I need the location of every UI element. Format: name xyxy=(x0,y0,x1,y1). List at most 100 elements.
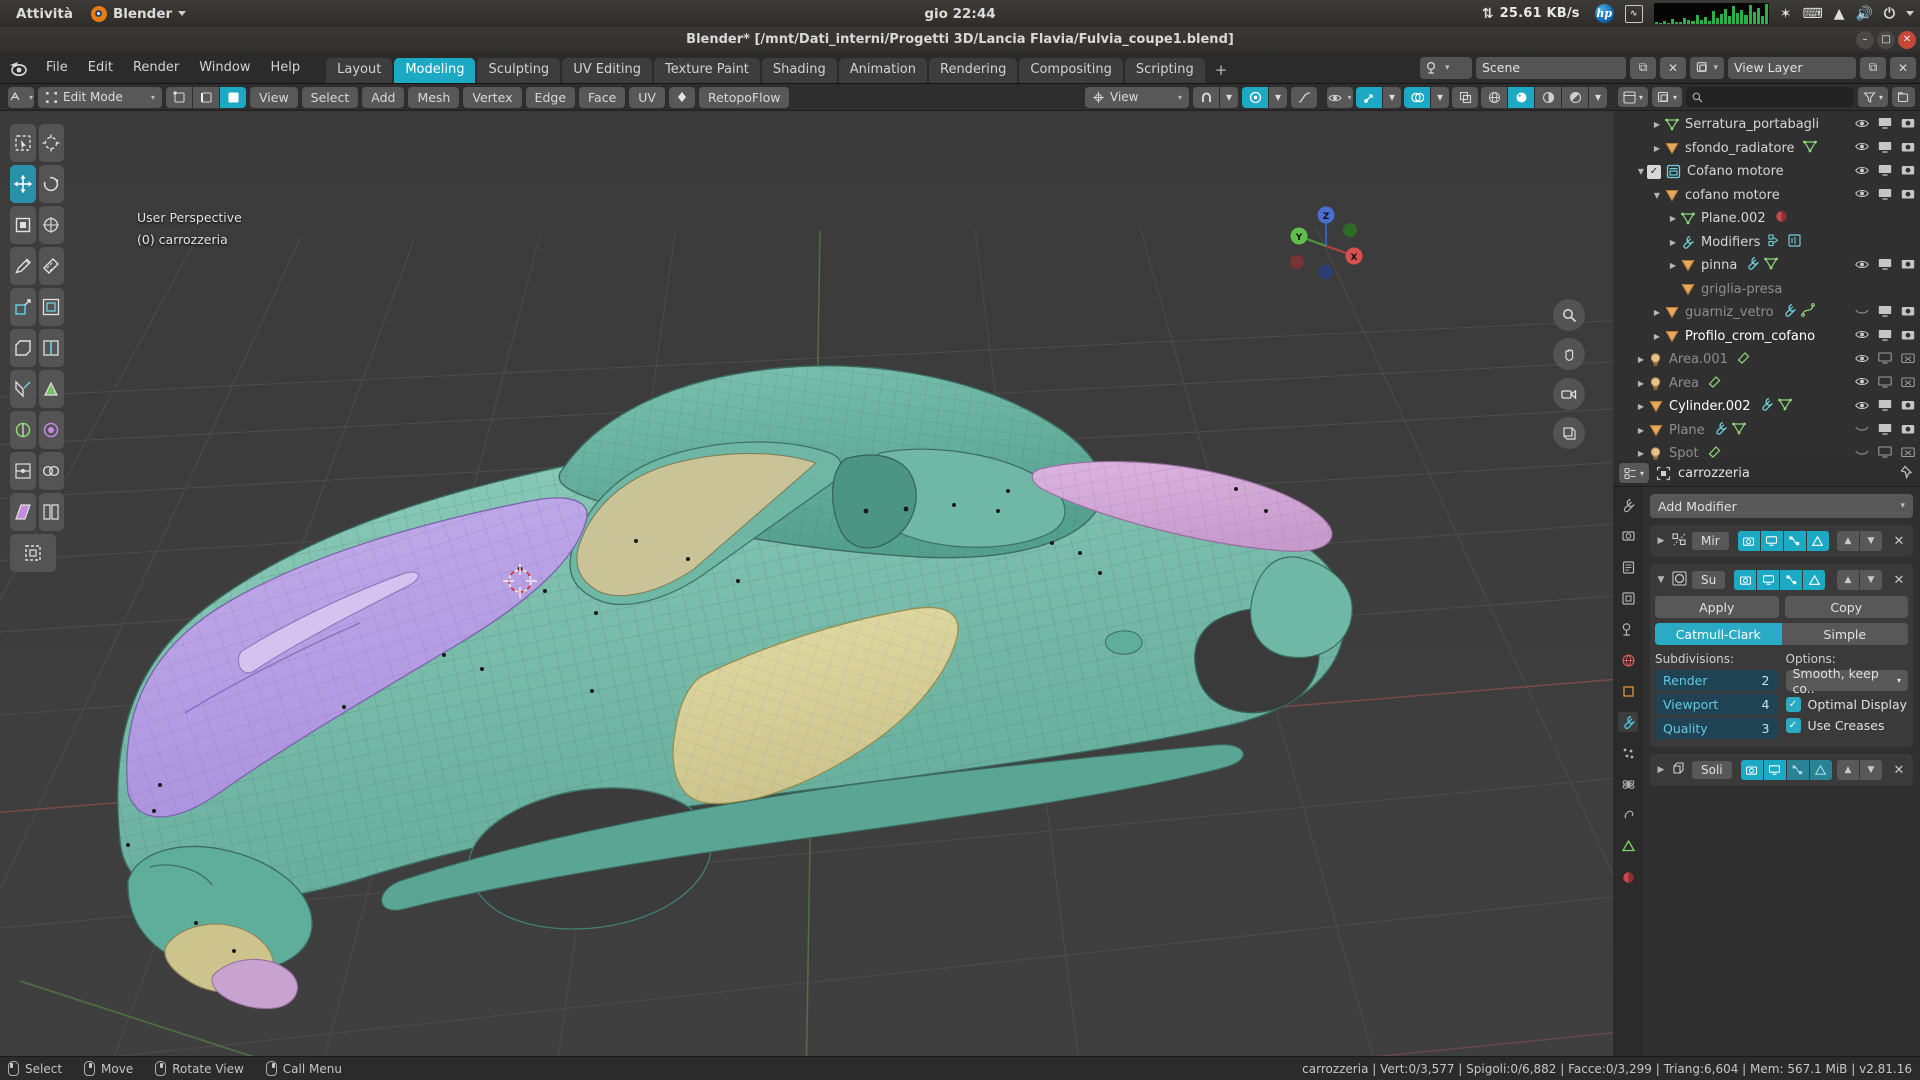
menu-help[interactable]: Help xyxy=(261,57,311,78)
outliner-tree[interactable]: ▶ Serratura_portabagli ▶ sfondo_radiatore ▼ ✓… xyxy=(1613,111,1920,460)
modifier-viewport-toggle[interactable] xyxy=(1757,570,1780,590)
snap-settings-chevron-down-icon[interactable]: ▾ xyxy=(1220,86,1238,108)
workspace-add-button[interactable]: + xyxy=(1207,57,1236,84)
outliner-expand-triangle[interactable]: ▶ xyxy=(1635,449,1647,458)
properties-tab-physics[interactable] xyxy=(1618,774,1638,794)
modifier-delete-button[interactable]: ✕ xyxy=(1890,570,1908,590)
tool-add-cube[interactable] xyxy=(10,534,56,572)
outliner-disable-render-toggle[interactable] xyxy=(1901,399,1915,414)
mesh-data-icon[interactable] xyxy=(1764,257,1779,274)
tool-tweak-select-box[interactable] xyxy=(10,124,36,162)
outliner-hide-toggle[interactable] xyxy=(1855,118,1869,132)
workspace-tab-animation[interactable]: Animation xyxy=(838,57,927,83)
outliner-hide-toggle[interactable] xyxy=(1855,329,1869,343)
outliner-disable-viewport-toggle[interactable] xyxy=(1878,188,1892,203)
subsurf-quality-field[interactable]: Quality 3 xyxy=(1655,718,1778,739)
outliner-disable-viewport-toggle[interactable] xyxy=(1878,305,1892,320)
ortho-persp-icon[interactable] xyxy=(1553,417,1585,449)
outliner-hide-toggle[interactable] xyxy=(1855,353,1869,367)
outliner-hide-toggle[interactable] xyxy=(1855,423,1869,437)
viewport-menu-add[interactable]: Add xyxy=(362,86,405,108)
viewport-menu-select[interactable]: Select xyxy=(301,86,359,108)
subsurf-viewport-field[interactable]: Viewport 4 xyxy=(1655,694,1778,715)
viewport-menu-view[interactable]: View xyxy=(250,86,298,108)
remove-viewlayer-button[interactable]: ✕ xyxy=(1890,56,1916,79)
outliner-disable-viewport-toggle[interactable] xyxy=(1878,164,1892,179)
workspace-tab-sculpting[interactable]: Sculpting xyxy=(477,57,561,83)
xray-icon[interactable] xyxy=(1452,86,1478,108)
tool-shear[interactable] xyxy=(10,493,36,531)
modifier-name-solidify[interactable]: Soli xyxy=(1692,761,1732,779)
mesh-data-icon[interactable] xyxy=(1731,422,1746,439)
viewport-menu-vertex[interactable]: Vertex xyxy=(463,86,522,108)
outliner-expand-triangle[interactable]: ▶ xyxy=(1651,308,1663,317)
tool-cursor[interactable] xyxy=(38,124,64,162)
face-select-icon[interactable] xyxy=(220,86,246,108)
viewport-canvas[interactable] xyxy=(0,111,1613,1056)
wifi-icon[interactable]: ▲ xyxy=(1834,7,1845,21)
outliner-hide-toggle[interactable] xyxy=(1855,259,1869,273)
tool-rip-region[interactable] xyxy=(38,493,64,531)
viewlayer-name-field[interactable]: View Layer xyxy=(1728,56,1856,79)
modifier-icon[interactable] xyxy=(1768,233,1783,252)
outliner-row[interactable]: ▼ cofano motore xyxy=(1613,184,1920,208)
outliner-expand-triangle[interactable]: ▶ xyxy=(1635,402,1647,411)
viewlayer-browse-dropdown[interactable]: ▾ xyxy=(1690,56,1724,79)
navigation-gizmo[interactable]: Z X Y xyxy=(1287,202,1365,280)
modifier-copy-button[interactable]: Copy xyxy=(1784,596,1908,618)
outliner-disable-viewport-toggle[interactable] xyxy=(1878,446,1892,460)
workspace-tab-layout[interactable]: Layout xyxy=(326,57,393,83)
overlays-icon[interactable] xyxy=(1404,86,1430,108)
outliner-editor-type-button[interactable]: ▾ xyxy=(1618,87,1649,107)
outliner-disable-render-toggle[interactable] xyxy=(1901,423,1915,438)
mode-dropdown[interactable]: Edit Mode ▾ xyxy=(38,86,162,108)
outliner-disable-viewport-toggle[interactable] xyxy=(1878,352,1892,367)
mirror-icon[interactable] xyxy=(1787,233,1802,252)
tool-poly-build[interactable] xyxy=(38,370,64,408)
outliner-disable-viewport-toggle[interactable] xyxy=(1878,423,1892,438)
tool-transform[interactable] xyxy=(38,206,64,244)
tool-measure[interactable] xyxy=(38,247,64,285)
tool-extrude-region[interactable] xyxy=(10,288,36,326)
properties-tab-particles[interactable] xyxy=(1618,743,1638,763)
outliner-row[interactable]: ▶ Cylinder.002 xyxy=(1613,395,1920,419)
workspace-tab-modeling[interactable]: Modeling xyxy=(394,57,476,83)
outliner-new-collection-button[interactable] xyxy=(1892,87,1915,107)
solid-shading-icon[interactable] xyxy=(1508,86,1534,108)
edge-select-icon[interactable] xyxy=(193,86,219,108)
properties-tab-world[interactable] xyxy=(1618,650,1638,670)
outliner-disable-render-toggle[interactable] xyxy=(1901,352,1915,367)
outliner-hide-toggle[interactable] xyxy=(1855,188,1869,202)
modifier-render-toggle[interactable] xyxy=(1740,760,1763,780)
volume-icon[interactable]: 🔊 xyxy=(1855,7,1872,21)
viewport-3d[interactable]: ▾ Edit Mode ▾ View Select Add Mesh Verte… xyxy=(0,84,1613,1056)
activities-button[interactable]: Attività xyxy=(12,4,77,24)
light-data-icon[interactable] xyxy=(1707,444,1722,460)
falloff-curve-icon[interactable] xyxy=(1291,86,1317,108)
outliner-expand-triangle[interactable]: ▶ xyxy=(1667,214,1679,223)
outliner-expand-triangle[interactable]: ▼ xyxy=(1635,167,1647,176)
outliner-disable-render-toggle[interactable] xyxy=(1901,258,1915,273)
tool-smooth[interactable] xyxy=(38,411,64,449)
outliner-disable-render-toggle[interactable] xyxy=(1901,141,1915,156)
new-viewlayer-button[interactable]: ⧉ xyxy=(1860,56,1886,79)
subsurf-catmull-clark-button[interactable]: Catmull-Clark xyxy=(1655,623,1782,645)
system-menu-chevron-down-icon[interactable] xyxy=(1906,11,1914,16)
modifier-delete-button[interactable]: ✕ xyxy=(1890,760,1908,780)
properties-tab-view-layer[interactable] xyxy=(1618,588,1638,608)
modifier-editmode-toggle[interactable] xyxy=(1786,760,1809,780)
properties-editor[interactable]: ▾ carrozzeria Add Modifier ▾ ▶ Mir ▲ ▼ ✕… xyxy=(1613,460,1920,1056)
tool-shrink-fatten[interactable] xyxy=(38,452,64,490)
light-data-icon[interactable] xyxy=(1736,350,1751,369)
diamond-icon[interactable] xyxy=(668,86,695,108)
curve-icon[interactable] xyxy=(1800,303,1816,322)
modifier-move-up-button[interactable]: ▲ xyxy=(1837,760,1859,780)
magnet-icon[interactable] xyxy=(1193,86,1219,108)
wrench-icon[interactable] xyxy=(1759,397,1774,416)
modifier-cage-toggle[interactable] xyxy=(1803,570,1826,590)
subsurf-render-field[interactable]: Render 2 xyxy=(1655,670,1778,691)
tool-edge-slide[interactable] xyxy=(10,452,36,490)
outliner-disable-render-toggle[interactable] xyxy=(1901,188,1915,203)
modifier-solidify[interactable]: ▶ Soli ▲ ▼ ✕ xyxy=(1650,754,1913,786)
wrench-icon[interactable] xyxy=(1782,303,1797,322)
